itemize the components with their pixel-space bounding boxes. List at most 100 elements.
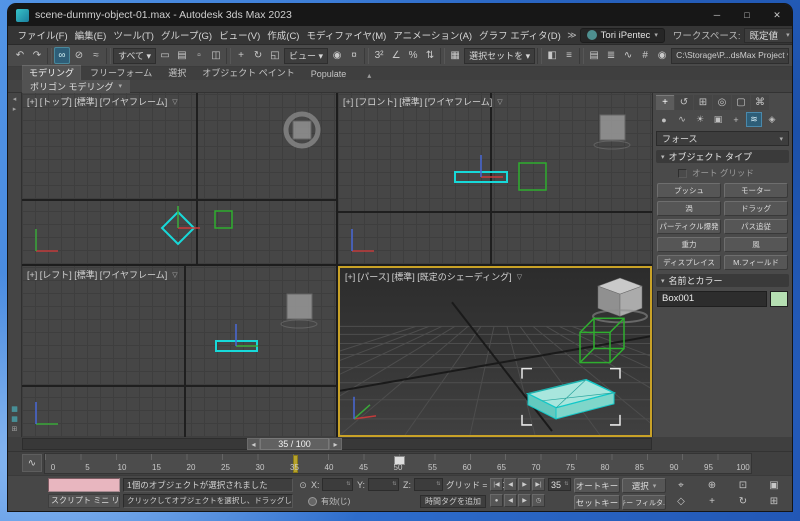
degradation-toggle-icon[interactable] xyxy=(308,497,317,506)
filter-icon[interactable]: ▽ xyxy=(172,98,177,106)
workspace-dropdown[interactable]: 既定値 ▾ xyxy=(743,27,792,43)
zoom-all-button[interactable]: ⊕ xyxy=(701,478,723,492)
key-selection-dropdown[interactable]: 選択 ▾ xyxy=(622,478,666,493)
menu-overflow-icon[interactable]: ≫ xyxy=(564,30,579,41)
account-menu[interactable]: Tori iPentec ▾ xyxy=(579,27,665,43)
tab-display[interactable]: ▢ xyxy=(732,95,750,110)
viewport-label-text[interactable]: [+] [パース] [標準] [既定のシェーディング] xyxy=(345,270,512,283)
button-motor[interactable]: モーター xyxy=(724,183,788,198)
maximize-button[interactable]: □ xyxy=(732,4,762,26)
spinner-icon[interactable]: ⇅ xyxy=(391,482,398,487)
align-button[interactable]: ≡ xyxy=(561,47,577,64)
angle-snap-toggle[interactable]: ∠ xyxy=(388,47,404,64)
filter-icon[interactable]: ▽ xyxy=(517,273,522,281)
viewport-perspective-label[interactable]: [+] [パース] [標準] [既定のシェーディング] ▽ xyxy=(345,270,522,283)
viewport-layout-tab-icon[interactable]: ▦ xyxy=(11,416,18,424)
view-cube[interactable] xyxy=(280,293,318,329)
spinner-snap-toggle[interactable]: ⇅ xyxy=(422,47,438,64)
viewport-label-text[interactable]: [+] [トップ] [標準] [ワイヤフレーム] xyxy=(27,95,167,108)
set-key-button[interactable]: セットキー xyxy=(574,495,620,510)
undo-button[interactable]: ↶ xyxy=(12,47,28,64)
use-pivot-center-button[interactable]: ◉ xyxy=(329,47,345,64)
schematic-view-button[interactable]: # xyxy=(637,47,653,64)
category-cameras[interactable]: ▣ xyxy=(710,112,726,127)
unlink-selection-button[interactable]: ⊘ xyxy=(71,47,87,64)
ribbon-tab-modeling[interactable]: モデリング xyxy=(22,65,82,80)
z-coordinate-field[interactable]: ⇅ xyxy=(414,478,443,491)
ribbon-tab-freeform[interactable]: フリーフォーム xyxy=(83,65,159,80)
selection-region-button[interactable]: ▫ xyxy=(191,47,207,64)
track-bar[interactable]: 0 5 10 15 20 25 30 35 40 45 50 55 60 65 70 75 80 85 90 95 10… xyxy=(44,453,752,474)
y-coordinate-field[interactable]: ⇅ xyxy=(368,478,399,491)
menu-graph-editors[interactable]: グラフ エディタ(D) xyxy=(476,28,565,42)
viewport-label-text[interactable]: [+] [レフト] [標準] [ワイヤフレーム] xyxy=(27,268,167,281)
button-gravity[interactable]: 重力 xyxy=(657,237,721,252)
named-selection-sets-dropdown[interactable]: 選択セットを ▾ xyxy=(464,47,536,64)
edit-named-selection-sets-button[interactable]: ▦ xyxy=(447,47,463,64)
green-box-wire[interactable] xyxy=(579,317,625,364)
ribbon-tab-selection[interactable]: 選択 xyxy=(161,65,193,80)
viewport-left-label[interactable]: [+] [レフト] [標準] [ワイヤフレーム] ▽ xyxy=(27,268,178,281)
button-motor-field[interactable]: M.フィールド xyxy=(724,255,788,270)
menu-create[interactable]: 作成(C) xyxy=(264,28,303,42)
zoom-extents-button[interactable]: ⊡ xyxy=(732,478,754,492)
project-folder-dropdown[interactable]: C:\Storage\P...dsMax Project ▾ xyxy=(671,47,790,64)
ribbon-tab-object-paint[interactable]: オブジェクト ペイント xyxy=(195,65,302,80)
x-coordinate-field[interactable]: ⇅ xyxy=(322,478,353,491)
time-configuration-button[interactable]: ◷ xyxy=(532,494,545,507)
bind-to-space-warp-button[interactable]: ≈ xyxy=(88,47,104,64)
snaps-toggle-button[interactable]: 3² xyxy=(371,47,387,64)
key-filters-button[interactable]: キー フィルタ... xyxy=(622,495,666,510)
category-dropdown[interactable]: フォース ▾ xyxy=(656,131,789,146)
zoom-extents-all-button[interactable]: ▣ xyxy=(763,478,785,492)
button-particle-bomb[interactable]: パーティクル爆発 xyxy=(657,219,721,234)
close-button[interactable]: ✕ xyxy=(762,4,792,26)
tab-create[interactable]: + xyxy=(656,95,674,110)
play-button[interactable]: ▶ xyxy=(518,478,531,491)
menu-file[interactable]: ファイル(F) xyxy=(14,28,71,42)
toggle-layer-explorer-button[interactable]: ≣ xyxy=(603,47,619,64)
spinner-icon[interactable]: ⇅ xyxy=(563,482,570,487)
macro-recorder-strip[interactable] xyxy=(48,478,120,492)
viewport-top-label[interactable]: [+] [トップ] [標準] [ワイヤフレーム] ▽ xyxy=(27,95,178,108)
category-helpers[interactable]: + xyxy=(728,112,744,127)
green-box-wire[interactable] xyxy=(518,162,547,191)
tab-modify[interactable]: ↺ xyxy=(675,95,693,110)
viewport-layout-tab-icon[interactable]: ▦ xyxy=(11,406,18,414)
orbit-button[interactable]: ↻ xyxy=(732,494,754,508)
percent-snap-toggle[interactable]: % xyxy=(405,47,421,64)
viewport-layout-grid-icon[interactable]: ⊞ xyxy=(12,426,18,434)
select-by-name-button[interactable]: ▤ xyxy=(174,47,190,64)
autogrid-checkbox[interactable] xyxy=(678,168,687,178)
viewport-front-label[interactable]: [+] [フロント] [標準] [ワイヤフレーム] ▽ xyxy=(343,95,503,108)
view-cube[interactable] xyxy=(283,111,321,149)
selection-filter-dropdown[interactable]: すべて ▾ xyxy=(113,47,157,64)
rollout-name-color[interactable]: ▾ 名前とカラー xyxy=(656,274,789,287)
next-key-button[interactable]: ▶ xyxy=(518,494,531,507)
green-box-wire[interactable] xyxy=(214,210,233,229)
rollout-object-type[interactable]: ▾ オブジェクト タイプ xyxy=(656,150,789,163)
field-of-view-button[interactable]: ◇ xyxy=(670,494,692,508)
category-space-warps[interactable]: ≋ xyxy=(746,112,762,127)
polygon-modeling-tab[interactable]: ポリゴン モデリング ▾ xyxy=(22,79,131,93)
enable-toggle-label[interactable]: 有効(じ) xyxy=(321,496,350,507)
menu-views[interactable]: ビュー(V) xyxy=(216,28,264,42)
tab-motion[interactable]: ◎ xyxy=(713,95,731,110)
select-and-move-button[interactable]: + xyxy=(233,47,249,64)
button-vortex[interactable]: 渦 xyxy=(657,201,721,216)
zoom-button[interactable]: ⌖ xyxy=(670,478,692,492)
add-time-tag[interactable]: 時間タグを追加 xyxy=(420,495,486,508)
previous-frame-button[interactable]: ◀ xyxy=(504,478,517,491)
next-frame-arrow[interactable]: ▸ xyxy=(329,438,342,450)
viewport-left[interactable]: [+] [レフト] [標準] [ワイヤフレーム] ▽ xyxy=(22,266,336,437)
auto-key-button[interactable]: オートキー xyxy=(574,478,620,493)
previous-frame-arrow[interactable]: ◂ xyxy=(247,438,260,450)
menu-animation[interactable]: アニメーション(A) xyxy=(390,28,476,42)
lock-selection-icon[interactable]: ⊙ xyxy=(296,479,310,492)
dock-expand-icon[interactable]: ▸ xyxy=(13,106,17,114)
menu-edit[interactable]: 編集(E) xyxy=(71,28,110,42)
mini-curve-editor-button[interactable]: ∿ xyxy=(22,454,42,472)
select-object-button[interactable]: ▭ xyxy=(157,47,173,64)
button-drag[interactable]: ドラッグ xyxy=(724,201,788,216)
menu-group[interactable]: グループ(G) xyxy=(157,28,215,42)
